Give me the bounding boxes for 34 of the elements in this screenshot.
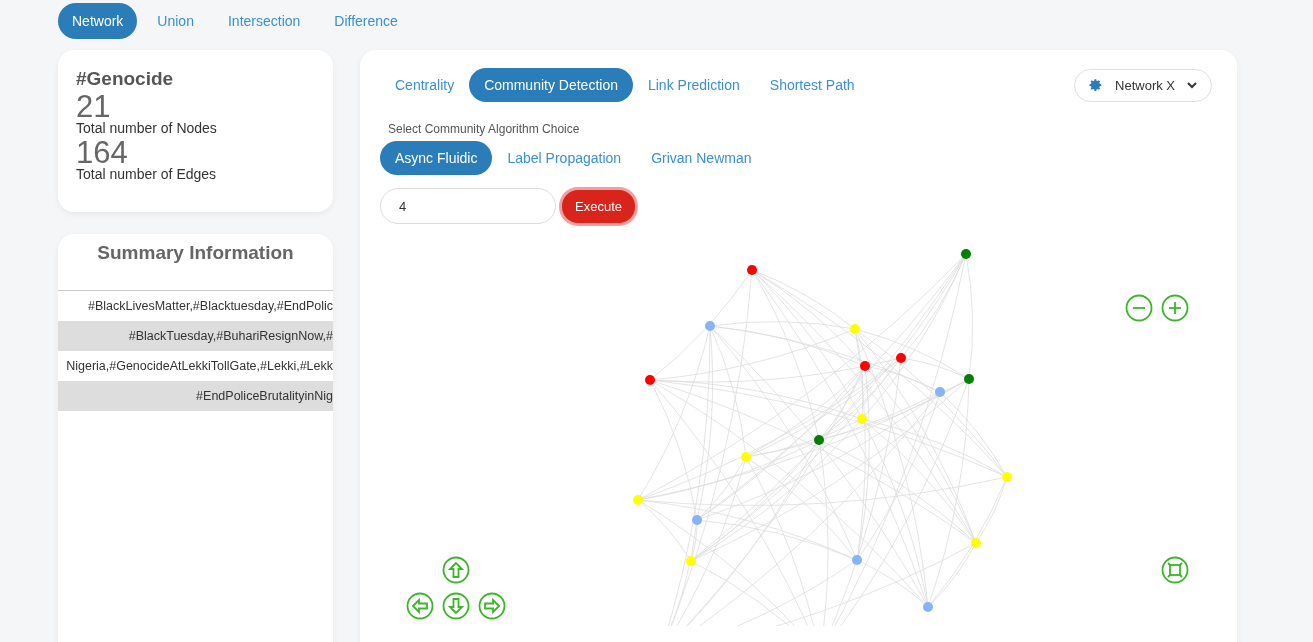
- nav-tab[interactable]: Intersection: [213, 3, 315, 39]
- node-count: 21: [76, 94, 111, 120]
- nav-tab[interactable]: Difference: [320, 3, 412, 39]
- zoom-in-button[interactable]: [1161, 294, 1189, 322]
- analysis-tab[interactable]: Community Detection: [469, 68, 633, 102]
- edge-count-label: Total number of Edges: [76, 166, 218, 182]
- nav-tab[interactable]: Union: [143, 3, 208, 39]
- algorithm-option[interactable]: Grivan Newman: [636, 141, 767, 175]
- pan-right-button[interactable]: [478, 592, 506, 620]
- algorithm-option[interactable]: Async Fluidic: [380, 141, 493, 175]
- node-count-label: Total number of Nodes: [76, 120, 218, 136]
- community-count-field[interactable]: 4: [380, 188, 556, 224]
- engine-select[interactable]: Network X: [1074, 68, 1212, 102]
- analysis-tab[interactable]: Link Prediction: [632, 68, 755, 102]
- pan-left-button[interactable]: [406, 592, 434, 620]
- summary-row: #EndPoliceBrutalityinNig: [58, 381, 333, 411]
- engine-value: Network X: [1115, 77, 1175, 93]
- nav-tab[interactable]: Network: [58, 3, 138, 39]
- fit-view-button[interactable]: [1161, 556, 1189, 584]
- pan-up-button[interactable]: [442, 556, 470, 584]
- chevron-icon: [1187, 81, 1197, 89]
- hashtag-title: #Genocide: [76, 68, 175, 90]
- summary-row: Nigeria,#GenocideAtLekkiTollGate,#Lekki,#Lekk: [58, 351, 333, 381]
- pan-down-button[interactable]: [442, 592, 470, 620]
- zoom-out-button[interactable]: [1125, 294, 1153, 322]
- execute-button[interactable]: Execute: [562, 189, 635, 223]
- algorithm-option[interactable]: Label Propagation: [492, 141, 637, 175]
- algorithm-label: Select Community Algorithm Choice: [388, 122, 581, 136]
- analysis-tab[interactable]: Centrality: [380, 68, 470, 102]
- summary-row: #BlackTuesday,#BuhariResignNow,#: [58, 321, 333, 351]
- summary-row: #BlackLivesMatter,#Blacktuesday,#EndPolic: [58, 291, 333, 321]
- settings-icon: [1089, 78, 1104, 92]
- analysis-tab[interactable]: Shortest Path: [754, 68, 870, 102]
- edge-count: 164: [76, 140, 128, 166]
